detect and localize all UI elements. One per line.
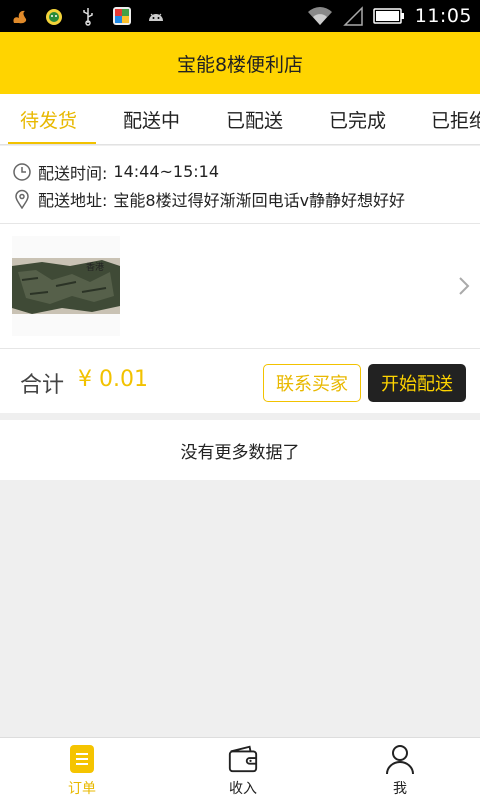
- total-amount: ¥ 0.01: [78, 367, 148, 392]
- squirrel-icon: [10, 6, 30, 26]
- delivery-address-row: 配送地址: 宝能8楼过得好渐渐回电话v静静好想好好: [12, 185, 480, 212]
- tab-pending[interactable]: 待发货: [20, 94, 77, 144]
- active-tab-indicator: [8, 142, 96, 144]
- cat-face-icon: [44, 6, 64, 26]
- order-card: 配送时间: 14:44~15:14 配送地址: 宝能8楼过得好渐渐回电话v静静好…: [0, 146, 480, 413]
- start-delivery-button[interactable]: 开始配送: [368, 364, 466, 402]
- order-status-tabs: 待发货 配送中 已配送 已完成 已拒绝: [0, 94, 480, 145]
- delivery-time-label: 配送时间:: [38, 163, 108, 183]
- chevron-right-icon[interactable]: [456, 274, 472, 298]
- nav-income-label: 收入: [229, 781, 257, 797]
- location-pin-icon: [12, 189, 32, 209]
- tab-completed[interactable]: 已完成: [329, 94, 386, 144]
- order-total-row: 合计 ¥ 0.01 联系买家 开始配送: [0, 349, 480, 413]
- contact-buyer-button[interactable]: 联系买家: [263, 364, 361, 402]
- app-header: 宝能8楼便利店: [0, 32, 480, 94]
- product-row[interactable]: 香港: [0, 224, 480, 349]
- tab-rejected[interactable]: 已拒绝: [431, 94, 480, 144]
- page-title: 宝能8楼便利店: [176, 53, 304, 76]
- nav-orders[interactable]: 订单: [42, 738, 122, 800]
- colorful-app-icon: [112, 6, 132, 26]
- battery-icon: [372, 6, 405, 26]
- delivery-time-value: 14:44~15:14: [113, 162, 220, 181]
- nav-orders-label: 订单: [68, 781, 96, 797]
- nav-me[interactable]: 我: [360, 738, 440, 800]
- wallet-icon: [227, 742, 259, 776]
- delivery-info: 配送时间: 14:44~15:14 配送地址: 宝能8楼过得好渐渐回电话v静静好…: [0, 146, 480, 224]
- android-icon: [146, 6, 166, 26]
- delivery-address-value: 宝能8楼过得好渐渐回电话v静静好想好好: [113, 190, 406, 210]
- nav-income[interactable]: 收入: [203, 738, 283, 800]
- bottom-navigation: 订单 收入 我: [0, 737, 480, 800]
- svg-text:香港: 香港: [86, 261, 104, 273]
- clock: 11:05: [414, 5, 472, 27]
- wifi-icon: [307, 6, 333, 26]
- tab-delivered[interactable]: 已配送: [226, 94, 283, 144]
- orders-icon: [66, 742, 98, 776]
- product-thumbnail: 香港: [12, 236, 120, 336]
- tab-delivering[interactable]: 配送中: [123, 94, 180, 144]
- status-bar: 11:05: [0, 0, 480, 32]
- signal-icon: [342, 6, 363, 26]
- usb-icon: [78, 6, 98, 26]
- clock-icon: [12, 162, 32, 182]
- nav-me-label: 我: [393, 781, 407, 797]
- total-label: 合计: [20, 373, 65, 398]
- delivery-address-label: 配送地址:: [38, 190, 108, 210]
- no-more-data-text: 没有更多数据了: [0, 420, 480, 480]
- delivery-time-row: 配送时间: 14:44~15:14: [12, 158, 480, 185]
- person-icon: [384, 742, 416, 776]
